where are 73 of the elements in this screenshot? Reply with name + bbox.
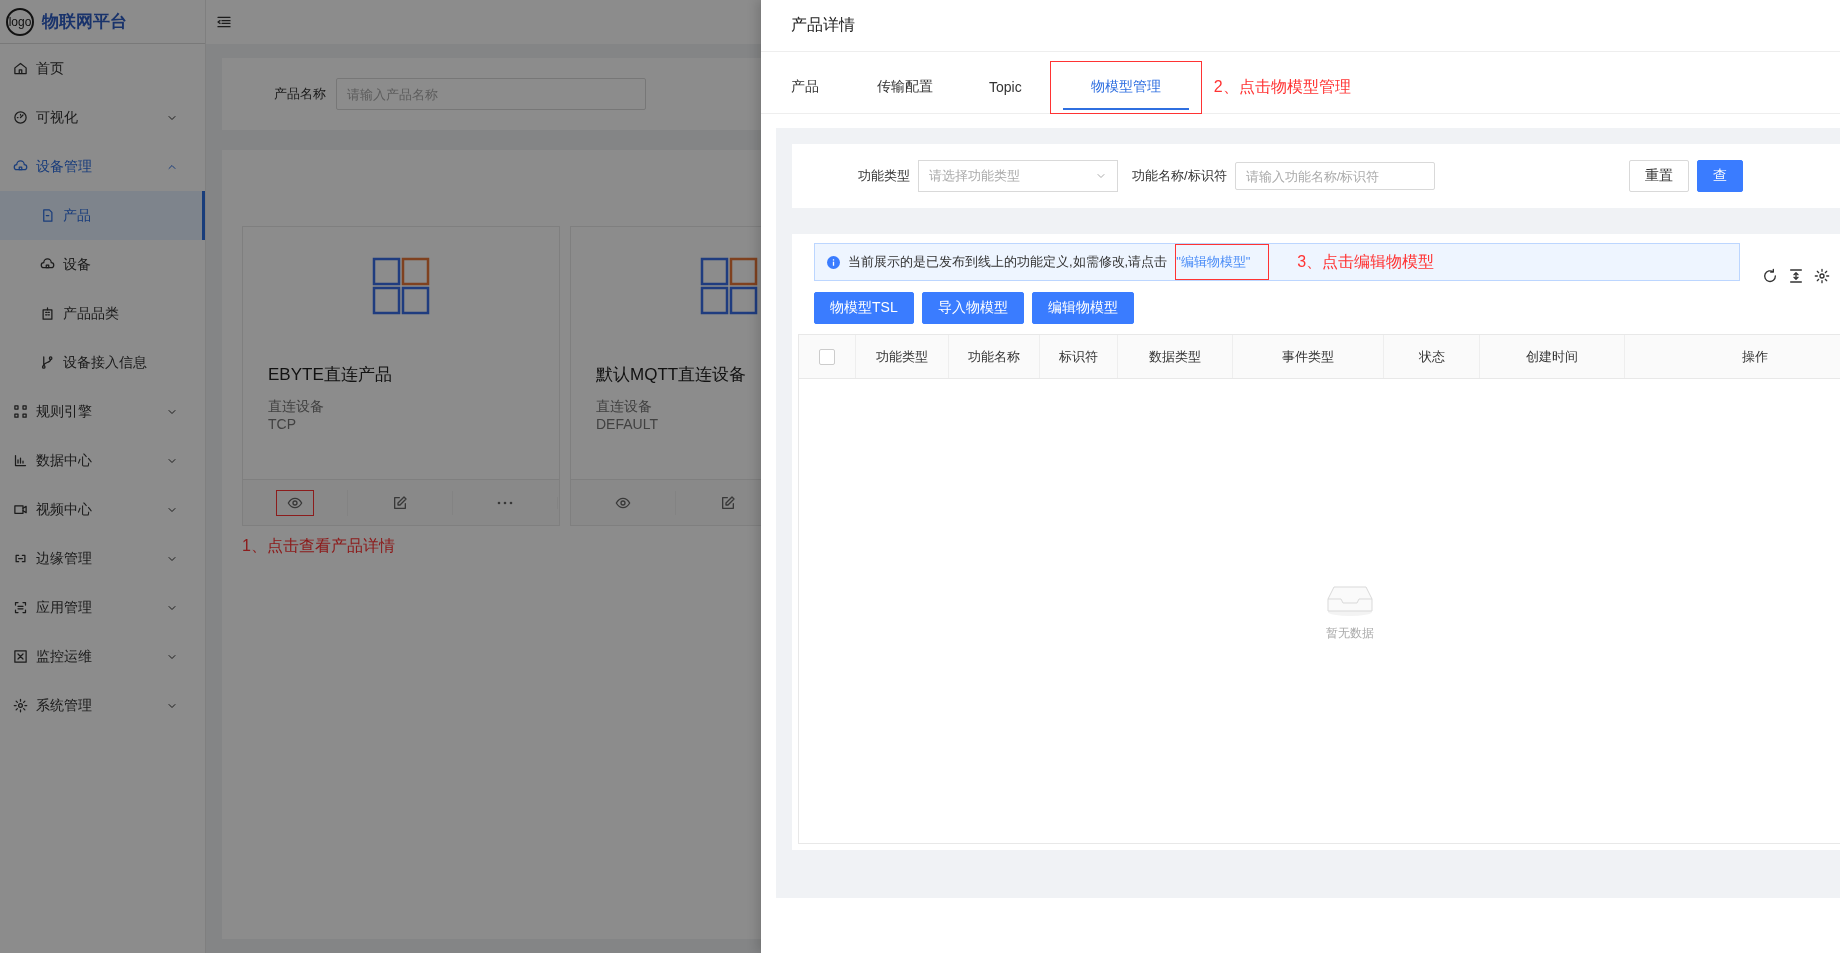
column-header: 事件类型 [1233, 335, 1384, 378]
menu-item[interactable]: 系统管理 [0, 681, 205, 730]
building-icon [40, 306, 55, 321]
refresh-icon[interactable] [1762, 268, 1778, 284]
branch-icon [40, 355, 55, 370]
menu-item[interactable]: 边缘管理 [0, 534, 205, 583]
column-header: 创建时间 [1480, 335, 1625, 378]
column-header: 功能类型 [856, 335, 949, 378]
submenu-item[interactable]: 产品品类 [0, 289, 205, 338]
view-button[interactable] [276, 489, 314, 516]
edit-model-link[interactable]: "编辑物模型" [1176, 253, 1251, 271]
product-icon [372, 257, 430, 315]
edit-icon [392, 494, 408, 511]
column-header: 标识符 [1040, 335, 1118, 378]
more-icon [497, 500, 513, 505]
annotation-text: 3、点击编辑物模型 [1297, 251, 1435, 272]
logo: logo [6, 7, 34, 36]
field-label: 功能类型 [858, 167, 910, 185]
menu-item[interactable]: 设备管理 [0, 142, 205, 191]
column-header: 操作 [1625, 335, 1840, 378]
tab[interactable]: Topic [961, 65, 1050, 110]
monitor-icon [13, 649, 28, 664]
edit-icon [720, 494, 736, 511]
product-protocol: DEFAULT [596, 416, 659, 432]
menu-fold-icon[interactable] [216, 14, 232, 30]
menu-item[interactable]: 规则引擎 [0, 387, 205, 436]
search-button[interactable]: 查 [1696, 160, 1743, 192]
annotation-text: 1、点击查看产品详情 [242, 536, 396, 556]
submenu-item[interactable]: 设备 [0, 240, 205, 289]
menu-item[interactable]: 可视化 [0, 93, 205, 142]
alert-text: 当前展示的是已发布到线上的功能定义,如需修改,请点击 [848, 253, 1168, 271]
menu-item[interactable]: 应用管理 [0, 583, 205, 632]
product-name: 默认MQTT直连设备 [596, 364, 748, 386]
reset-button[interactable]: 重置 [1628, 160, 1689, 192]
home-icon [13, 61, 28, 76]
tab[interactable]: 传输配置 [849, 65, 961, 110]
tab[interactable]: 物模型管理 [1062, 65, 1189, 110]
menu-item[interactable]: 数据中心 [0, 436, 205, 485]
submenu-item[interactable]: 设备接入信息 [0, 338, 205, 387]
product-name: EBYTE直连产品 [268, 364, 393, 386]
column-header: 数据类型 [1118, 335, 1233, 378]
column-height-icon[interactable] [1788, 268, 1804, 284]
gauge-icon [13, 110, 28, 125]
action-button[interactable]: 导入物模型 [921, 292, 1024, 324]
column-header: 功能名称 [949, 335, 1040, 378]
document-icon [40, 208, 55, 223]
product-type: 直连设备 [268, 398, 325, 416]
gear-icon[interactable] [1814, 268, 1830, 284]
column-header: 状态 [1384, 335, 1480, 378]
app-title: 物联网平台 [42, 11, 127, 33]
video-icon [13, 502, 28, 517]
bar-chart-icon [13, 453, 28, 468]
product-icon [700, 257, 758, 315]
field-label: 功能名称/标识符 [1132, 167, 1227, 185]
menu-item[interactable]: 监控运维 [0, 632, 205, 681]
name-field[interactable]: 请输入功能名称/标识符 [1234, 162, 1435, 190]
select-all-checkbox[interactable] [819, 348, 835, 365]
drawer-title: 产品详情 [761, 0, 1840, 52]
gear-icon [13, 698, 28, 713]
annotation-text: 2、点击物模型管理 [1213, 77, 1351, 97]
product-type: 直连设备 [596, 398, 653, 416]
field-label: 产品名称 [274, 85, 326, 103]
submenu-item[interactable]: 产品 [0, 191, 205, 240]
menu-item[interactable]: 视频中心 [0, 485, 205, 534]
tab[interactable]: 产品 [791, 65, 819, 110]
action-button[interactable]: 编辑物模型 [1031, 292, 1134, 324]
empty-text: 暂无数据 [1325, 624, 1374, 642]
action-button[interactable]: 物模型TSL [814, 292, 914, 324]
flow-icon [13, 404, 28, 419]
info-icon [827, 255, 840, 269]
menu-item[interactable]: 首页 [0, 44, 205, 93]
scan-icon [13, 600, 28, 615]
product-protocol: TCP [268, 416, 297, 432]
